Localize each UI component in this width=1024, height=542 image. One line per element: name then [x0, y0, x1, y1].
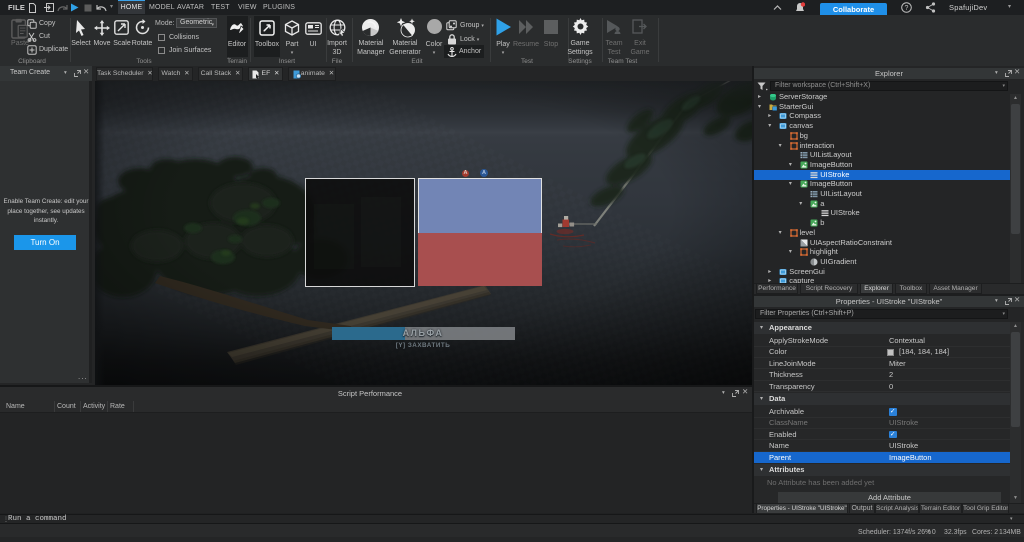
svg-text:?: ?: [905, 5, 909, 12]
